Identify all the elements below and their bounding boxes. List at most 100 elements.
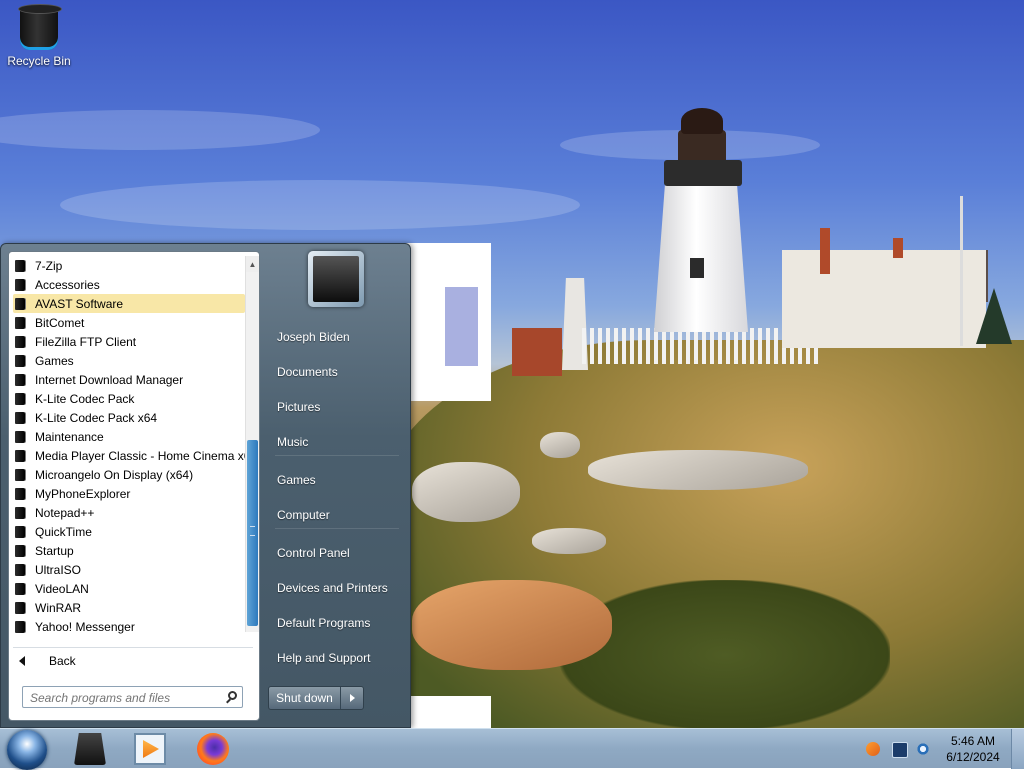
program-folder-item[interactable]: FileZilla FTP Client	[13, 332, 245, 351]
divider	[275, 455, 399, 456]
program-folder-label: Accessories	[35, 277, 100, 292]
program-list-scrollbar[interactable]: ▲	[245, 256, 259, 632]
program-folder-label: K-Lite Codec Pack x64	[35, 410, 158, 425]
computer-link[interactable]: Computer	[267, 499, 407, 530]
program-folder-label: Internet Download Manager	[35, 372, 184, 387]
lighthouse-gallery	[664, 160, 742, 186]
program-folder-item[interactable]: K-Lite Codec Pack	[13, 389, 245, 408]
windows-explorer-icon[interactable]	[74, 733, 106, 765]
clock-date: 6/12/2024	[946, 750, 1000, 764]
sync-icon[interactable]	[916, 742, 930, 756]
cloud	[60, 180, 580, 230]
rock	[532, 528, 606, 554]
program-folder-icon	[15, 411, 25, 424]
rock	[540, 432, 580, 458]
program-folder-label: K-Lite Codec Pack	[35, 391, 135, 406]
program-folder-item[interactable]: 7-Zip	[13, 256, 245, 275]
flower-bushes	[560, 580, 890, 728]
start-button[interactable]	[7, 730, 47, 770]
program-folder-item[interactable]: WinRAR	[13, 598, 245, 617]
programs-pane: 7-Zip Accessories AVAST Software BitComet Fi…	[8, 251, 260, 721]
program-folder-item[interactable]: MyPhoneExplorer	[13, 484, 245, 503]
program-folder-icon	[15, 487, 25, 500]
avast-icon[interactable]	[866, 742, 880, 756]
program-folder-icon	[15, 392, 25, 405]
media-player-icon[interactable]	[134, 733, 166, 765]
documents-link[interactable]: Documents	[267, 356, 407, 387]
program-folder-icon	[15, 449, 25, 462]
user-picture[interactable]	[308, 251, 364, 307]
shutdown-button-group: Shut down	[268, 686, 364, 710]
program-folder-item[interactable]: QuickTime	[13, 522, 245, 541]
recycle-bin-icon	[18, 4, 62, 50]
search-input[interactable]	[28, 688, 222, 708]
scroll-up-icon[interactable]: ▲	[246, 256, 259, 272]
lighthouse-window	[690, 258, 704, 278]
program-folder-label: VideoLAN	[35, 581, 89, 596]
program-folder-item[interactable]: Yahoo! Messenger	[13, 617, 245, 636]
program-folder-icon	[15, 601, 25, 614]
program-folder-label: Media Player Classic - Home Cinema x6	[35, 448, 245, 463]
back-button[interactable]: Back	[19, 654, 76, 668]
program-folder-item[interactable]: BitComet	[13, 313, 245, 332]
program-folder-label: FileZilla FTP Client	[35, 334, 137, 349]
user-avatar	[313, 256, 359, 302]
user-name-link[interactable]: Joseph Biden	[267, 321, 407, 352]
program-folder-label: Notepad++	[35, 505, 95, 520]
shutdown-options-button[interactable]	[341, 687, 363, 709]
program-folder-item[interactable]: Startup	[13, 541, 245, 560]
program-folder-item[interactable]: Notepad++	[13, 503, 245, 522]
program-folder-icon	[15, 468, 25, 481]
program-folder-icon	[15, 620, 25, 633]
program-folder-icon	[15, 506, 25, 519]
program-folder-item[interactable]: VideoLAN	[13, 579, 245, 598]
program-folder-item[interactable]: Accessories	[13, 275, 245, 294]
firefox-icon[interactable]	[197, 733, 229, 765]
house	[782, 250, 986, 348]
help-support-link[interactable]: Help and Support	[267, 642, 407, 673]
program-folder-item[interactable]: Maintenance	[13, 427, 245, 446]
program-folder-item[interactable]: Games	[13, 351, 245, 370]
grip-icon	[250, 526, 255, 536]
control-panel-link[interactable]: Control Panel	[267, 537, 407, 568]
program-folder-item[interactable]: UltraISO	[13, 560, 245, 579]
program-folder-icon	[15, 525, 25, 538]
chevron-right-icon	[349, 694, 355, 702]
flagpole	[960, 196, 963, 346]
divider	[13, 647, 253, 648]
rock	[588, 450, 808, 490]
red-house	[512, 328, 562, 376]
program-folder-item[interactable]: AVAST Software	[13, 294, 245, 313]
lighthouse-cap	[681, 108, 723, 134]
pictures-link[interactable]: Pictures	[267, 391, 407, 422]
show-desktop-button[interactable]	[1011, 729, 1024, 769]
clock-time: 5:46 AM	[950, 734, 996, 748]
program-folder-item[interactable]: Internet Download Manager	[13, 370, 245, 389]
program-folder-icon	[15, 335, 25, 348]
program-folder-label: AVAST Software	[35, 296, 124, 311]
music-link[interactable]: Music	[267, 426, 407, 457]
rock	[412, 580, 612, 670]
program-folder-label: WinRAR	[35, 600, 82, 615]
divider	[275, 528, 399, 529]
search-box[interactable]	[22, 686, 243, 708]
scrollbar-thumb[interactable]	[247, 440, 258, 626]
play-icon	[143, 740, 159, 758]
program-folder-label: Maintenance	[35, 429, 104, 444]
program-folder-label: 7-Zip	[35, 258, 63, 273]
games-link[interactable]: Games	[267, 464, 407, 495]
network-icon[interactable]	[892, 742, 908, 758]
program-folder-icon	[15, 354, 25, 367]
background-window-bar	[445, 287, 478, 366]
chimney	[820, 228, 830, 274]
program-folder-icon	[15, 582, 25, 595]
search-icon[interactable]	[228, 691, 237, 700]
default-programs-link[interactable]: Default Programs	[267, 607, 407, 638]
program-folder-item[interactable]: Microangelo On Display (x64)	[13, 465, 245, 484]
program-folder-item[interactable]: Media Player Classic - Home Cinema x6	[13, 446, 245, 465]
shutdown-button[interactable]: Shut down	[269, 687, 341, 709]
recycle-bin[interactable]: Recycle Bin	[4, 4, 74, 68]
program-folder-item[interactable]: K-Lite Codec Pack x64	[13, 408, 245, 427]
clock[interactable]: 5:46 AM 6/12/2024	[940, 733, 1006, 765]
devices-printers-link[interactable]: Devices and Printers	[267, 572, 407, 603]
